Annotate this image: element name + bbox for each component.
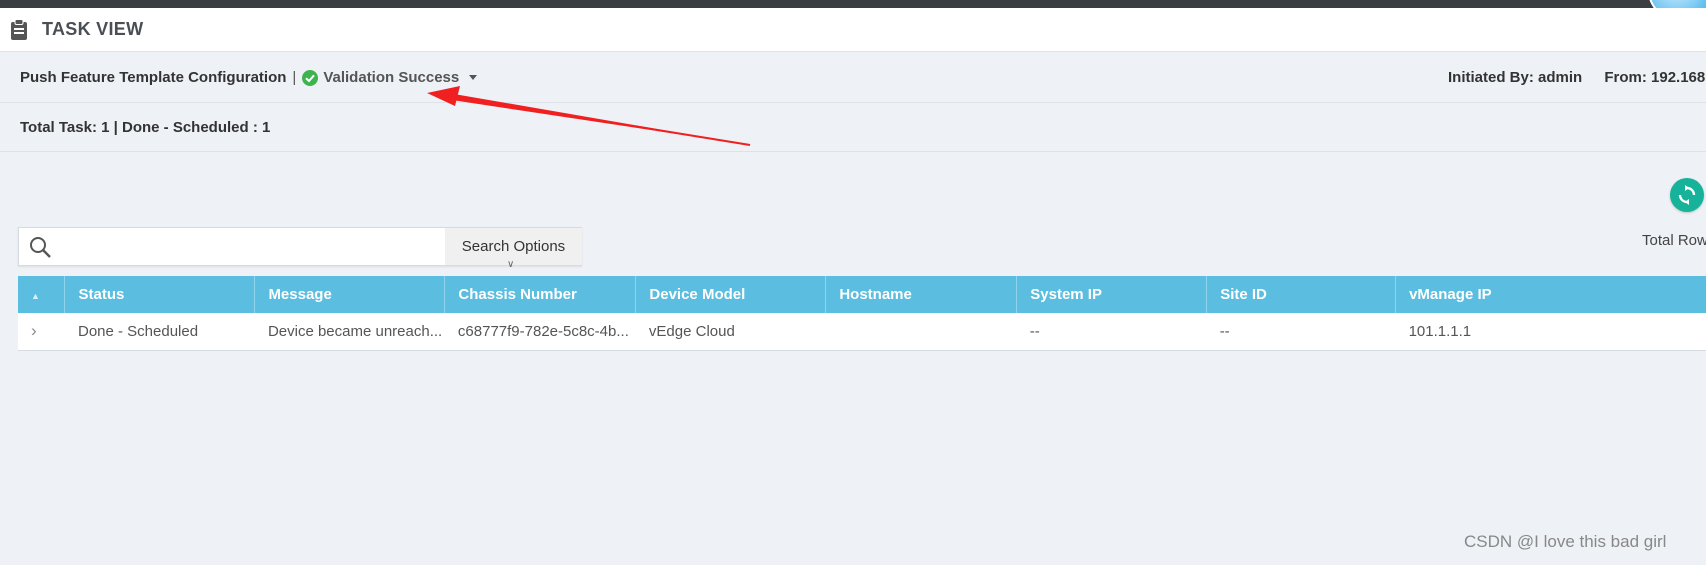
search-input[interactable] — [58, 231, 438, 262]
column-header-chassis-number[interactable]: Chassis Number — [444, 276, 637, 313]
column-header-expand[interactable]: ▲ — [18, 276, 66, 313]
task-summary-row: Total Task: 1 | Done - Scheduled : 1 — [0, 104, 1706, 152]
expand-row-icon[interactable]: › — [18, 313, 65, 351]
column-header-vmanage-ip[interactable]: vManage IP — [1395, 276, 1706, 313]
from-address: From: 192.168 — [1604, 69, 1706, 86]
cell-message[interactable]: Device became unreach... — [254, 313, 445, 351]
chevron-down-icon: ∨ — [507, 259, 515, 270]
task-table: ▲ Status Message Chassis Number Device M… — [18, 276, 1706, 351]
validation-status[interactable]: Validation Success — [323, 69, 459, 86]
column-header-hostname[interactable]: Hostname — [825, 276, 1018, 313]
search-options-button[interactable]: Search Options ∨ — [445, 228, 582, 270]
initiated-by: Initiated By: admin — [1448, 69, 1583, 86]
column-header-status[interactable]: Status — [64, 276, 256, 313]
column-header-message[interactable]: Message — [254, 276, 446, 313]
refresh-icon — [1678, 185, 1696, 205]
column-header-system-ip[interactable]: System IP — [1016, 276, 1208, 313]
check-circle-icon — [302, 69, 319, 86]
cell-device-model: vEdge Cloud — [635, 313, 826, 351]
column-header-site-id[interactable]: Site ID — [1206, 276, 1397, 313]
title-bar: TASK VIEW — [0, 8, 1706, 52]
initiator-info: Initiated By: admin From: 192.168 — [1448, 69, 1705, 86]
clipboard-icon — [10, 18, 32, 41]
task-name: Push Feature Template Configuration — [20, 69, 287, 86]
table-row[interactable]: › Done - Scheduled Device became unreach… — [18, 313, 1706, 351]
refresh-button[interactable] — [1670, 178, 1704, 212]
total-rows-label: Total Row — [1642, 232, 1706, 249]
page-title: TASK VIEW — [42, 19, 144, 39]
cell-chassis-number: c68777f9-782e-5c8c-4b... — [444, 313, 636, 351]
table-header-row: ▲ Status Message Chassis Number Device M… — [18, 276, 1706, 313]
chevron-down-icon[interactable] — [469, 75, 478, 80]
top-bar — [0, 0, 1706, 8]
search-bar: Search Options ∨ — [18, 227, 582, 270]
cell-site-id: -- — [1206, 313, 1396, 351]
search-options-label: Search Options — [461, 238, 566, 255]
column-header-device-model[interactable]: Device Model — [635, 276, 827, 313]
cell-system-ip: -- — [1016, 313, 1207, 351]
cell-hostname — [825, 313, 1017, 351]
watermark: CSDN @I love this bad girl — [1464, 532, 1667, 551]
cell-status: Done - Scheduled — [64, 313, 255, 351]
task-summary: Total Task: 1 | Done - Scheduled : 1 — [20, 119, 271, 136]
sort-icon: ▲ — [31, 291, 40, 301]
separator: | — [292, 69, 297, 86]
cell-vmanage-ip: 101.1.1.1 — [1395, 313, 1706, 351]
search-icon — [28, 235, 52, 259]
